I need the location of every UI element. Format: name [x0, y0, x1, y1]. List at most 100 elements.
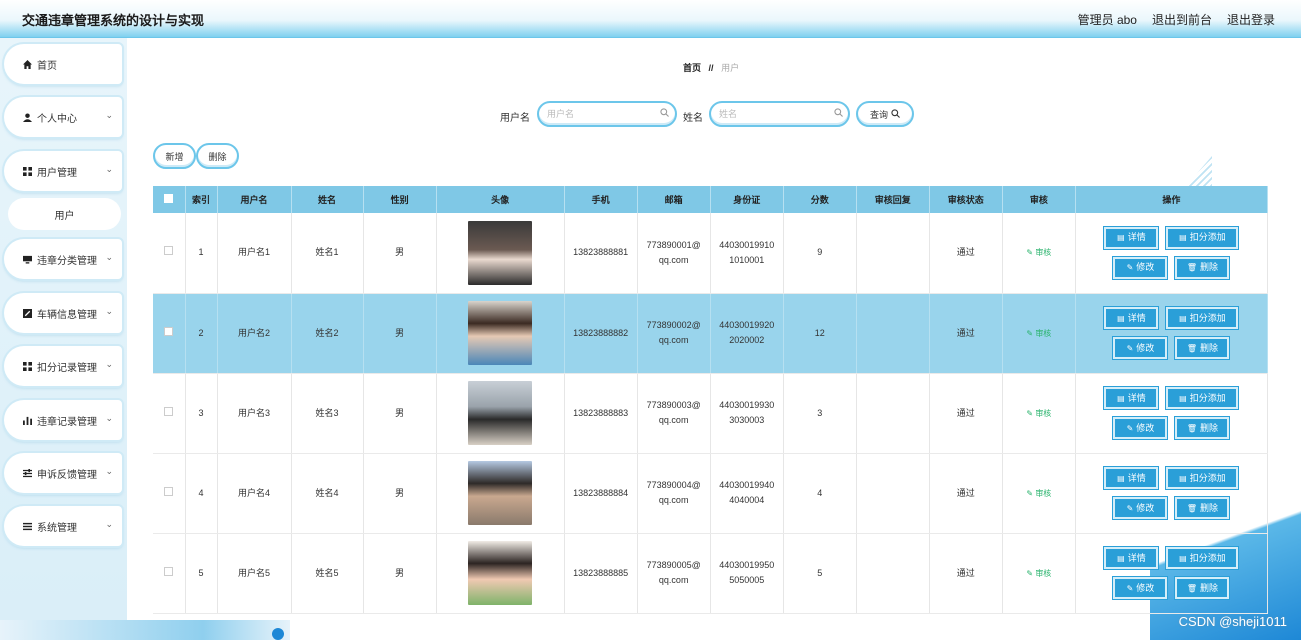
edit-button[interactable]: ✎ 修改 — [1112, 576, 1169, 600]
audit-cell[interactable]: ✎ 审核 — [1002, 373, 1076, 454]
admin-user-label: 管理员 abo — [1077, 13, 1137, 27]
audit-link-label: 审核 — [1035, 408, 1052, 418]
gender-cell: 男 — [363, 533, 437, 614]
delete-button[interactable]: 🗑 删除 — [1174, 496, 1231, 520]
sidebar-item-vehicle-info[interactable]: 车辆信息管理 ⌄ — [4, 293, 122, 333]
username-cell: 用户名4 — [217, 453, 292, 534]
sidebar-item-label: 违章分类管理 — [37, 255, 97, 267]
deduct-add-button[interactable]: ▤ 扣分添加 — [1165, 306, 1240, 330]
audit-link[interactable]: ✎ 审核 — [1026, 489, 1051, 498]
username-search-input[interactable] — [537, 101, 677, 127]
top-header: 交通违章管理系统的设计与实现 管理员 abo 退出到前台 退出登录 — [0, 0, 1301, 38]
row-checkbox[interactable] — [164, 566, 174, 576]
deduct-add-button[interactable]: ▤ 扣分添加 — [1165, 225, 1240, 250]
name-search-input[interactable] — [709, 101, 850, 127]
delete-button-label: 删除 — [1199, 582, 1218, 593]
audit-link[interactable]: ✎ 审核 — [1026, 569, 1051, 578]
add-button-label: 新增 — [165, 151, 184, 162]
delete-button[interactable]: 🗑 删除 — [1174, 416, 1231, 440]
sidebar-item-label: 用户管理 — [37, 167, 77, 179]
row-checkbox[interactable] — [164, 486, 174, 496]
pencil-icon: ✎ — [1026, 248, 1036, 258]
batch-delete-button-label: 删除 — [208, 151, 227, 162]
chevron-down-icon: ⌄ — [105, 252, 113, 262]
username-search-label: 用户名 — [500, 113, 530, 124]
sidebar-item-profile[interactable]: 个人中心 ⌄ — [4, 97, 122, 137]
decorative-dot — [272, 628, 284, 640]
detail-button[interactable]: ▤ 详情 — [1103, 225, 1160, 250]
exit-to-front-link[interactable]: 退出到前台 — [1152, 11, 1212, 28]
logout-link[interactable]: 退出登录 — [1227, 11, 1275, 28]
chevron-down-icon: ⌄ — [105, 413, 113, 423]
row-checkbox[interactable] — [164, 326, 174, 336]
audit-link[interactable]: ✎ 审核 — [1026, 409, 1051, 418]
column-header: 姓名 — [291, 186, 364, 213]
index-cell: 3 — [185, 373, 218, 454]
batch-delete-button[interactable]: 删除 — [196, 143, 239, 169]
email-cell: 773890005@ qq.com — [637, 533, 711, 614]
document-icon: ▤ — [1179, 393, 1187, 403]
avatar — [468, 541, 533, 605]
row-select-cell[interactable] — [153, 213, 186, 294]
search-icon — [660, 108, 669, 120]
row-checkbox[interactable] — [164, 246, 174, 256]
detail-button[interactable]: ▤ 详情 — [1103, 306, 1160, 330]
delete-button[interactable]: 🗑 删除 — [1174, 576, 1231, 600]
table-row: 3 用户名3 姓名3 男 13823888883 773890003@ qq.co… — [153, 373, 1269, 454]
deduct-add-button[interactable]: ▤ 扣分添加 — [1165, 546, 1240, 570]
avatar-cell — [436, 533, 565, 614]
edit-square-icon — [21, 308, 33, 318]
delete-button[interactable]: 🗑 删除 — [1174, 255, 1231, 280]
edit-button[interactable]: ✎ 修改 — [1112, 336, 1169, 360]
add-button[interactable]: 新增 — [153, 143, 196, 169]
delete-button[interactable]: 🗑 删除 — [1174, 336, 1231, 360]
sidebar-subitem-user[interactable]: 用户 — [8, 198, 121, 230]
select-all-cell[interactable] — [153, 186, 186, 213]
breadcrumb-separator: // — [708, 63, 714, 73]
column-header: 身份证 — [710, 186, 784, 213]
detail-button[interactable]: ▤ 详情 — [1103, 546, 1160, 570]
audit-link[interactable]: ✎ 审核 — [1026, 329, 1051, 338]
row-select-cell[interactable] — [153, 453, 186, 534]
audit-cell[interactable]: ✎ 审核 — [1002, 213, 1076, 294]
table-row: 5 用户名5 姓名5 男 13823888885 773890005@ qq.co… — [153, 533, 1269, 614]
email-line-2: qq.com — [658, 254, 689, 265]
email-line-2: qq.com — [658, 495, 689, 505]
name-cell: 姓名2 — [291, 293, 364, 374]
sidebar-item-home[interactable]: 首页 — [4, 44, 122, 84]
sidebar-item-deduction-records[interactable]: 扣分记录管理 ⌄ — [4, 346, 122, 386]
sidebar-item-system-management[interactable]: 系统管理 ⌄ — [4, 506, 122, 546]
select-all-checkbox[interactable] — [164, 194, 174, 203]
row-select-cell[interactable] — [153, 373, 186, 454]
query-button[interactable]: 查询 — [856, 101, 914, 127]
deduct-add-button[interactable]: ▤ 扣分添加 — [1165, 466, 1240, 490]
sidebar-item-label: 申诉反馈管理 — [37, 469, 97, 481]
row-checkbox[interactable] — [164, 406, 174, 416]
gender-cell: 男 — [363, 293, 437, 374]
gender-cell: 男 — [363, 453, 437, 534]
audit-cell[interactable]: ✎ 审核 — [1002, 533, 1076, 614]
deduct-add-button[interactable]: ▤ 扣分添加 — [1165, 386, 1240, 410]
audit-cell[interactable]: ✎ 审核 — [1002, 453, 1076, 534]
sidebar-item-appeal-feedback[interactable]: 申诉反馈管理 ⌄ — [4, 453, 122, 493]
row-select-cell[interactable] — [153, 293, 186, 374]
edit-button[interactable]: ✎ 修改 — [1112, 496, 1169, 520]
detail-button[interactable]: ▤ 详情 — [1103, 386, 1160, 410]
sidebar-item-user-management[interactable]: 用户管理 ⌄ — [4, 151, 122, 191]
search-icon — [891, 108, 900, 120]
audit-cell[interactable]: ✎ 审核 — [1002, 293, 1076, 374]
audit-link[interactable]: ✎ 审核 — [1026, 248, 1051, 257]
deduct-add-button-label: 扣分添加 — [1189, 552, 1226, 563]
sidebar-item-violation-category[interactable]: 违章分类管理 ⌄ — [4, 239, 122, 279]
detail-button[interactable]: ▤ 详情 — [1103, 466, 1160, 490]
avatar — [468, 461, 533, 525]
column-header: 头像 — [436, 186, 565, 213]
breadcrumb-home[interactable]: 首页 — [683, 63, 701, 73]
trash-icon: 🗑 — [1186, 583, 1197, 593]
sidebar-item-violation-records[interactable]: 违章记录管理 ⌄ — [4, 400, 122, 440]
row-select-cell[interactable] — [153, 533, 186, 614]
name-search-label: 姓名 — [683, 113, 703, 124]
edit-button[interactable]: ✎ 修改 — [1112, 255, 1169, 280]
chevron-down-icon: ⌄ — [105, 164, 113, 174]
edit-button[interactable]: ✎ 修改 — [1112, 416, 1169, 440]
